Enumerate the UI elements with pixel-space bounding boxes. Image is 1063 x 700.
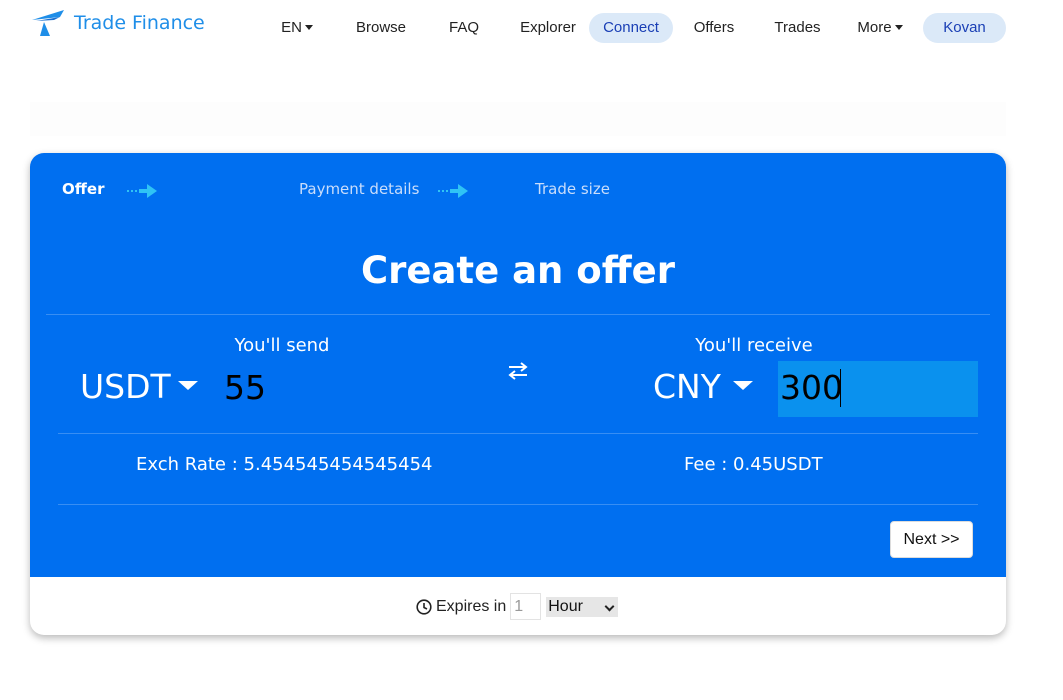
nav-trades[interactable]: Trades: [764, 13, 831, 43]
network-button[interactable]: Kovan: [923, 13, 1006, 43]
send-currency: USDT: [80, 367, 171, 406]
connect-button[interactable]: Connect: [589, 13, 673, 43]
text-cursor: [840, 369, 841, 407]
step-arrow-icon: [127, 184, 157, 198]
nav-faq[interactable]: FAQ: [436, 13, 492, 43]
step-arrow-icon: [438, 184, 468, 198]
expires-unit-value: Hour: [548, 597, 583, 615]
divider: [58, 504, 978, 505]
chevron-down-icon: [604, 601, 615, 611]
top-navbar: Trade Finance EN Browse FAQ Explorer Con…: [0, 0, 1063, 56]
brand-name: Trade Finance: [74, 12, 205, 34]
more-dropdown[interactable]: More: [848, 13, 912, 43]
receive-currency: CNY: [653, 367, 721, 406]
nav-browse[interactable]: Browse: [345, 13, 417, 43]
step-offer[interactable]: Offer: [62, 180, 104, 198]
send-label: You'll send: [234, 335, 330, 356]
fee-value: 0.45USDT: [733, 454, 823, 475]
step-payment-details[interactable]: Payment details: [299, 180, 419, 198]
offer-panel: Offer Payment details Trade size Create …: [30, 153, 1006, 577]
chevron-down-icon: [894, 24, 903, 30]
next-button[interactable]: Next >>: [890, 521, 973, 558]
exchange-rate: Exch Rate : 5.454545454545454: [136, 454, 433, 475]
expires-label: Expires in: [436, 597, 507, 615]
offer-card: Offer Payment details Trade size Create …: [30, 153, 1006, 635]
more-label: More: [857, 19, 892, 36]
divider: [46, 314, 990, 315]
nav-explorer[interactable]: Explorer: [510, 13, 586, 43]
receive-amount-input[interactable]: 300: [778, 361, 978, 417]
swap-icon[interactable]: [507, 360, 529, 382]
chevron-down-icon: [178, 381, 198, 390]
send-amount-input[interactable]: 55: [224, 368, 454, 412]
exchange-rate-label: Exch Rate :: [136, 454, 238, 475]
page-title: Create an offer: [360, 249, 676, 292]
expires-value-input[interactable]: 1: [510, 593, 542, 620]
chevron-down-icon: [304, 24, 313, 30]
chevron-down-icon: [733, 381, 753, 390]
nav-offers[interactable]: Offers: [684, 13, 744, 43]
fee-label: Fee :: [684, 454, 728, 475]
expires-unit-select[interactable]: Hour: [546, 596, 619, 617]
exchange-rate-value: 5.454545454545454: [243, 454, 433, 475]
plane-logo-icon: [32, 10, 64, 36]
step-trade-size[interactable]: Trade size: [535, 180, 610, 198]
receive-label: You'll receive: [695, 335, 813, 356]
brand-link[interactable]: Trade Finance: [30, 8, 205, 38]
notice-strip: [30, 102, 1006, 136]
clock-icon: [416, 598, 432, 615]
expiry-row: Expires in 1 Hour: [416, 593, 619, 620]
receive-amount-value: 300: [780, 368, 843, 407]
fee: Fee : 0.45USDT: [684, 454, 823, 475]
language-label: EN: [281, 19, 302, 36]
divider: [58, 433, 978, 434]
language-dropdown[interactable]: EN: [272, 13, 322, 43]
